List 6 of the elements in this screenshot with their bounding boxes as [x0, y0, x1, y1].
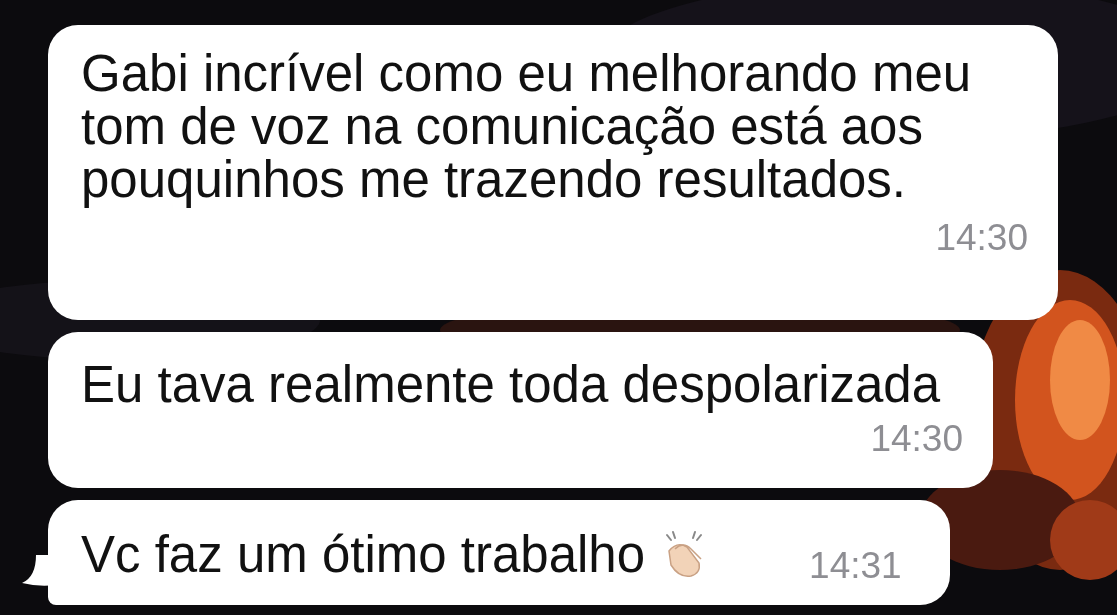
message-time: 14:30 [935, 218, 1028, 258]
message-text: Vc faz um ótimo trabalho [81, 527, 646, 581]
message-text: Gabi incrível como eu melhorando meu tom de voz na comunicação está aos pouquinhos me trazendo resultados. [81, 45, 972, 208]
message-text: Eu tava realmente toda despolarizada [81, 356, 941, 413]
message-time: 14:31 [809, 546, 902, 586]
message-time: 14:30 [870, 419, 963, 459]
